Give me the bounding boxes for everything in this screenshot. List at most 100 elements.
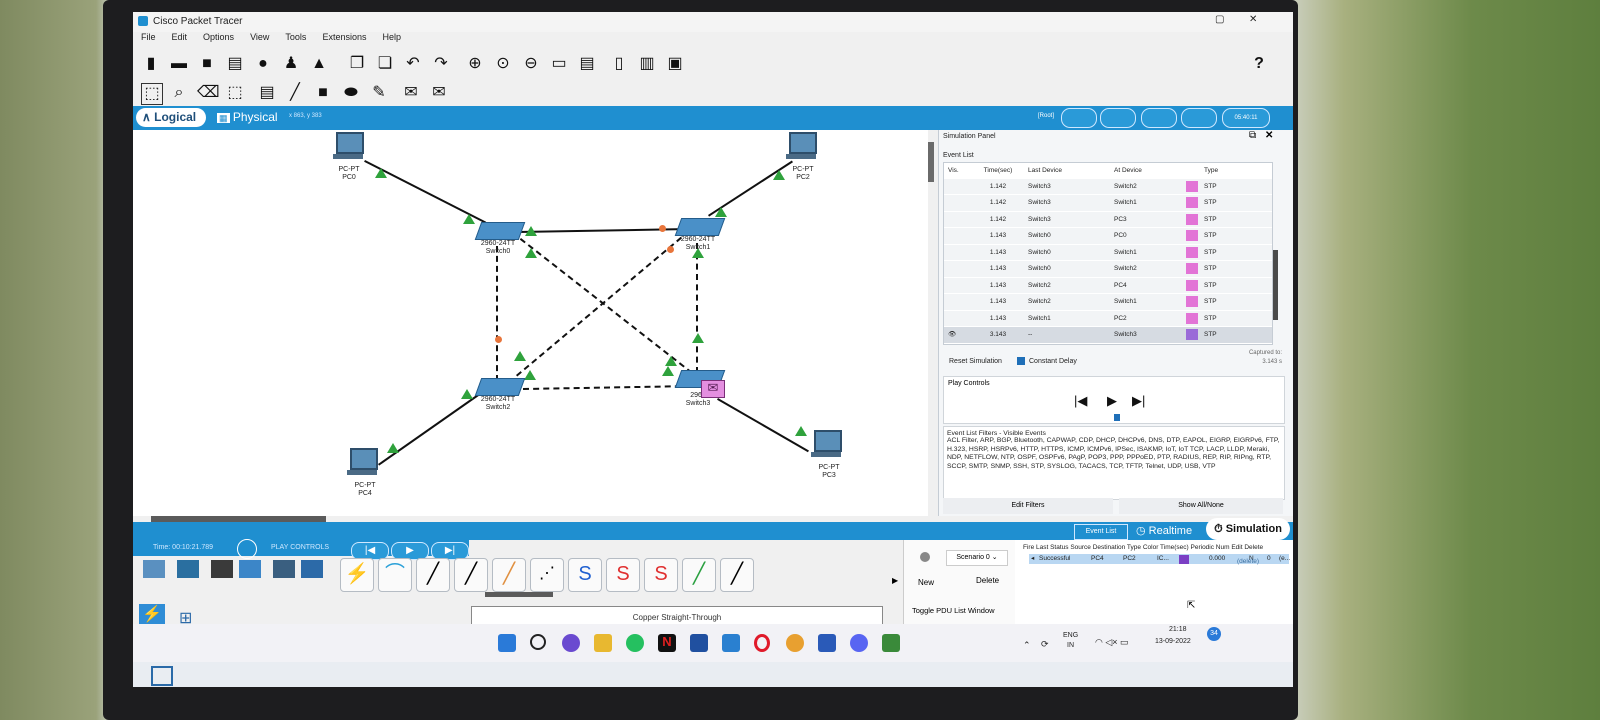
vis-cell[interactable] bbox=[944, 179, 978, 195]
menu-tools[interactable]: Tools bbox=[285, 32, 306, 42]
menu-view[interactable]: View bbox=[250, 32, 269, 42]
image-icon[interactable]: ▣ bbox=[665, 54, 685, 74]
phone-cable-icon[interactable]: ⋰ bbox=[530, 558, 564, 592]
switch2-device[interactable] bbox=[474, 378, 526, 396]
fiber-cable-icon[interactable]: ╱ bbox=[492, 558, 526, 592]
drawing-palette-icon[interactable]: ▭ bbox=[549, 54, 569, 74]
routers-icon[interactable] bbox=[143, 560, 165, 578]
close-panel-icon[interactable]: ✕ bbox=[1265, 130, 1273, 141]
activity-wizard-icon[interactable]: ♟ bbox=[281, 54, 301, 74]
blank-pill[interactable] bbox=[1141, 108, 1177, 128]
discord-icon[interactable] bbox=[850, 634, 868, 652]
menu-edit[interactable]: Edit bbox=[172, 32, 188, 42]
undock-icon[interactable]: ⧉ bbox=[1249, 130, 1256, 141]
play-speed-slider[interactable] bbox=[1114, 414, 1120, 421]
add-simple-pdu-icon[interactable]: ✉ bbox=[401, 83, 421, 103]
notes-icon[interactable]: ▯ bbox=[609, 54, 629, 74]
draw-line-icon[interactable]: ╱ bbox=[285, 83, 305, 103]
event-row[interactable]: 1.143 Switch0 Switch1 STP bbox=[944, 244, 1272, 261]
delete-icon[interactable]: ⌫ bbox=[197, 83, 220, 103]
iot-cable-icon[interactable]: ╱ bbox=[720, 558, 754, 592]
straight-through-cable-icon[interactable]: ╱ bbox=[416, 558, 450, 592]
timer-icon[interactable] bbox=[237, 539, 257, 559]
new-scenario-button[interactable]: New bbox=[918, 578, 934, 587]
menu-extensions[interactable]: Extensions bbox=[322, 32, 366, 42]
draw-ellipse-icon[interactable]: ⬬ bbox=[341, 83, 361, 103]
chevron-up-icon[interactable]: ⌃ bbox=[1023, 640, 1031, 651]
note-icon[interactable]: ▤ bbox=[257, 83, 277, 103]
netflix-icon[interactable]: N bbox=[658, 634, 676, 652]
cable-scrollbar[interactable] bbox=[485, 592, 553, 597]
copy-icon[interactable]: ❐ bbox=[347, 54, 367, 74]
event-row[interactable]: 1.142 Switch3 Switch2 STP bbox=[944, 178, 1272, 195]
print-icon[interactable]: ▤ bbox=[225, 54, 245, 74]
physical-button[interactable]: ▦ Physical bbox=[215, 108, 285, 127]
vis-cell[interactable] bbox=[944, 311, 978, 327]
event-row[interactable]: 1.142 Switch3 Switch1 STP bbox=[944, 195, 1272, 212]
zoom-out-icon[interactable]: ⊖ bbox=[521, 54, 541, 74]
back-icon[interactable]: |◀ bbox=[1074, 393, 1087, 409]
search-icon[interactable] bbox=[530, 634, 546, 650]
pc0-device[interactable] bbox=[333, 132, 364, 162]
show-all-none-button[interactable]: Show All/None bbox=[1119, 498, 1283, 514]
pc3-device[interactable] bbox=[811, 430, 842, 460]
notification-badge[interactable]: 34 bbox=[1207, 627, 1221, 641]
wifi-icon[interactable]: ◠ ◁× ▭ bbox=[1095, 637, 1129, 648]
sync-icon[interactable]: ⟳ bbox=[1041, 639, 1049, 650]
hubs-icon[interactable] bbox=[211, 560, 233, 578]
clock-date[interactable]: 13-09-2022 bbox=[1155, 638, 1191, 645]
pc4-device[interactable] bbox=[347, 448, 378, 478]
chrome-icon[interactable] bbox=[786, 634, 804, 652]
canvas-vscrollbar[interactable] bbox=[928, 142, 934, 182]
menu-options[interactable]: Options bbox=[203, 32, 234, 42]
lang-in[interactable]: IN bbox=[1067, 642, 1074, 649]
pdu-envelope-icon[interactable]: ✉ bbox=[701, 380, 725, 398]
resize-icon[interactable]: ⬚ bbox=[225, 83, 245, 103]
restore-icon[interactable]: ▢ bbox=[1215, 14, 1224, 25]
octal-cable-icon[interactable]: ╱ bbox=[682, 558, 716, 592]
app-icon[interactable] bbox=[690, 634, 708, 652]
menu-help[interactable]: Help bbox=[382, 32, 401, 42]
wan-emulation-icon[interactable] bbox=[301, 560, 323, 578]
close-icon[interactable]: ✕ bbox=[1249, 14, 1257, 25]
viewport-pill[interactable] bbox=[1181, 108, 1217, 128]
event-row[interactable]: 1.143 Switch2 PC4 STP bbox=[944, 277, 1272, 294]
new-file-icon[interactable]: ▮ bbox=[141, 54, 161, 74]
wireless-icon[interactable] bbox=[239, 560, 261, 578]
zoom-in-icon[interactable]: ⊕ bbox=[465, 54, 485, 74]
pc2-device[interactable] bbox=[786, 132, 817, 162]
eye-icon[interactable]: 👁 bbox=[944, 327, 978, 343]
play-icon[interactable]: ▶ bbox=[1107, 393, 1117, 409]
draw-rect-icon[interactable]: ■ bbox=[313, 83, 333, 103]
logical-button[interactable]: ∧ Logical bbox=[136, 108, 206, 127]
expand-arrow-icon[interactable]: ▶ bbox=[892, 576, 898, 585]
menu-file[interactable]: File bbox=[141, 32, 156, 42]
forward-icon[interactable]: ▶| bbox=[1132, 393, 1145, 409]
whatsapp-icon[interactable] bbox=[626, 634, 644, 652]
cluster-pill[interactable] bbox=[1100, 108, 1136, 128]
vis-cell[interactable] bbox=[944, 228, 978, 244]
realtime-button[interactable]: ◷ Realtime bbox=[1136, 522, 1192, 540]
toggle-pdu-list-button[interactable]: Toggle PDU List Window bbox=[912, 606, 995, 615]
serial-dce-cable-icon[interactable]: S bbox=[606, 558, 640, 592]
event-list-button[interactable]: Event List bbox=[1074, 524, 1128, 540]
lang-eng[interactable]: ENG bbox=[1063, 632, 1078, 639]
switch0-device[interactable] bbox=[474, 222, 526, 240]
file-explorer-icon[interactable] bbox=[594, 634, 612, 652]
inspect-icon[interactable]: ⌕ bbox=[169, 83, 189, 103]
reset-simulation-button[interactable]: Reset Simulation bbox=[949, 358, 1002, 365]
opera-icon[interactable] bbox=[754, 634, 770, 652]
auto-cable-icon[interactable]: ⚡ bbox=[340, 558, 374, 592]
vis-cell[interactable] bbox=[944, 245, 978, 261]
crossover-cable-icon[interactable]: ╱ bbox=[454, 558, 488, 592]
event-row[interactable]: 1.143 Switch1 PC2 STP bbox=[944, 310, 1272, 327]
pdu-delete-link[interactable]: (delete) bbox=[1237, 558, 1259, 565]
network-info-icon[interactable]: ▲ bbox=[309, 54, 329, 74]
event-row[interactable]: 1.143 Switch2 Switch1 STP bbox=[944, 294, 1272, 311]
info-icon[interactable]: ● bbox=[253, 54, 273, 74]
save-icon[interactable]: ■ bbox=[197, 54, 217, 74]
switch1-device[interactable] bbox=[674, 218, 726, 236]
event-list-scrollbar[interactable] bbox=[1273, 250, 1278, 320]
freeform-icon[interactable]: ✎ bbox=[369, 83, 389, 103]
nav-back-pill[interactable] bbox=[1061, 108, 1097, 128]
